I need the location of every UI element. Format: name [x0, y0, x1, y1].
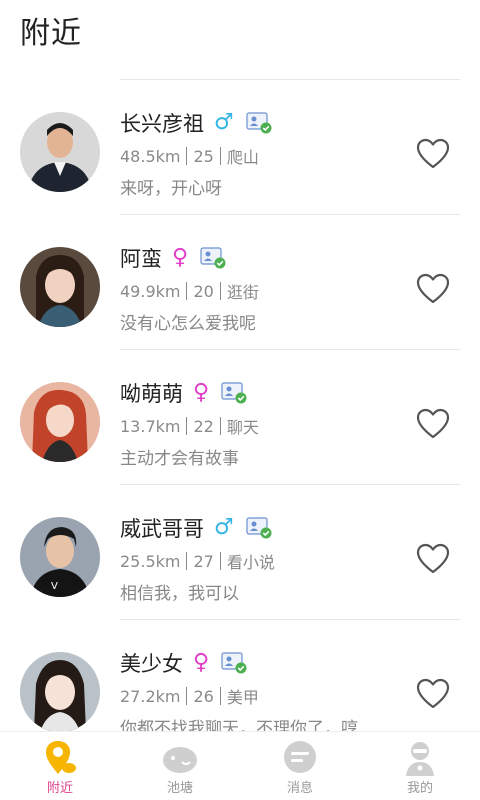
- svg-text:V: V: [51, 581, 58, 592]
- avatar[interactable]: [20, 652, 100, 732]
- interest: 聊天: [226, 418, 259, 437]
- distance: 13.7km: [120, 416, 181, 436]
- avatar-image: [20, 247, 100, 327]
- user-meta: 13.7km 22 聊天: [120, 414, 259, 438]
- divider: [219, 687, 221, 705]
- female-icon: ♀: [172, 245, 189, 270]
- divider: [219, 552, 221, 570]
- header: 附近: [0, 0, 480, 80]
- avatar-image: [20, 112, 100, 192]
- name-row: 威武哥哥 ♂: [120, 513, 272, 543]
- divider: [186, 687, 188, 705]
- user-meta: 48.5km 25 爬山: [120, 144, 259, 168]
- name-row: 呦萌萌 ♀: [120, 378, 247, 408]
- distance: 27.2km: [120, 686, 181, 706]
- page-title: 附近: [20, 16, 82, 51]
- divider: [186, 282, 188, 300]
- female-icon: ♀: [193, 380, 210, 405]
- verified-id-icon: [246, 112, 272, 134]
- user-name: 呦萌萌: [120, 382, 183, 406]
- divider: [186, 147, 188, 165]
- divider: [219, 282, 221, 300]
- user-name: 阿蛮: [120, 247, 162, 271]
- avatar[interactable]: [20, 247, 100, 327]
- like-heart-icon[interactable]: [416, 408, 450, 440]
- avatar[interactable]: [20, 112, 100, 192]
- age: 26: [193, 686, 214, 706]
- verified-id-icon: [221, 652, 247, 674]
- list-item[interactable]: 呦萌萌 ♀ 13.7km 22 聊天 主动才会有故事: [0, 350, 480, 485]
- avatar[interactable]: [20, 382, 100, 462]
- avatar-image: [20, 382, 100, 462]
- like-heart-icon[interactable]: [416, 273, 450, 305]
- tab-nearby[interactable]: 附近: [0, 732, 120, 800]
- name-row: 长兴彦祖 ♂: [120, 108, 272, 138]
- tab-label: 池塘: [166, 781, 193, 796]
- list-item[interactable]: 阿蛮 ♀ 49.9km 20 逛街 没有心怎么爱我呢: [0, 215, 480, 350]
- location-pin-icon: [40, 738, 80, 778]
- name-row: 阿蛮 ♀: [120, 243, 226, 273]
- age: 27: [193, 551, 214, 571]
- bottom-tab-bar: 附近 池塘 消息 我的: [0, 731, 480, 800]
- distance: 25.5km: [120, 551, 181, 571]
- chat-bubble-icon: [280, 738, 320, 778]
- male-icon: ♂: [214, 515, 234, 540]
- list-item[interactable]: 长兴彦祖 ♂ 48.5km 25 爬山 来呀，开心呀: [0, 80, 480, 215]
- user-meta: 49.9km 20 逛街: [120, 279, 259, 303]
- interest: 爬山: [226, 148, 259, 167]
- age: 20: [193, 281, 214, 301]
- like-heart-icon[interactable]: [416, 543, 450, 575]
- user-name: 长兴彦祖: [120, 112, 204, 136]
- distance: 49.9km: [120, 281, 181, 301]
- user-bio: 主动才会有故事: [120, 449, 239, 469]
- tab-pond[interactable]: 池塘: [120, 732, 240, 800]
- tab-label: 附近: [46, 781, 73, 796]
- user-icon: [400, 738, 440, 778]
- like-heart-icon[interactable]: [416, 678, 450, 710]
- divider: [186, 552, 188, 570]
- tab-label: 我的: [406, 781, 433, 796]
- divider: [219, 417, 221, 435]
- user-bio: 你都不找我聊天，不理你了，哼: [120, 719, 358, 732]
- list-item[interactable]: 美少女 ♀ 27.2km 26 美甲 你都不找我聊天，不理你了，哼: [0, 620, 480, 732]
- interest: 看小说: [226, 553, 275, 572]
- fish-icon: [160, 738, 200, 778]
- nearby-user-list[interactable]: 长兴彦祖 ♂ 48.5km 25 爬山 来呀，开心呀 阿蛮 ♀ 49.9km 2…: [0, 80, 480, 732]
- avatar-image: [20, 652, 100, 732]
- age: 22: [193, 416, 214, 436]
- interest: 美甲: [226, 688, 259, 707]
- user-bio: 没有心怎么爱我呢: [120, 314, 256, 334]
- distance: 48.5km: [120, 146, 181, 166]
- interest: 逛街: [226, 283, 259, 302]
- user-bio: 来呀，开心呀: [120, 179, 222, 199]
- female-icon: ♀: [193, 650, 210, 675]
- male-icon: ♂: [214, 110, 234, 135]
- name-row: 美少女 ♀: [120, 648, 247, 678]
- user-name: 美少女: [120, 652, 183, 676]
- tab-label: 消息: [286, 781, 313, 796]
- tab-messages[interactable]: 消息: [240, 732, 360, 800]
- user-bio: 相信我，我可以: [120, 584, 239, 604]
- user-name: 威武哥哥: [120, 517, 204, 541]
- verified-id-icon: [221, 382, 247, 404]
- user-meta: 25.5km 27 看小说: [120, 549, 275, 573]
- verified-id-icon: [200, 247, 226, 269]
- user-meta: 27.2km 26 美甲: [120, 684, 259, 708]
- list-item[interactable]: V 威武哥哥 ♂ 25.5km 27 看小说 相信我，我可以: [0, 485, 480, 620]
- avatar-image: V: [20, 517, 100, 597]
- tab-me[interactable]: 我的: [360, 732, 480, 800]
- avatar[interactable]: V: [20, 517, 100, 597]
- age: 25: [193, 146, 214, 166]
- divider: [219, 147, 221, 165]
- app-screen: 附近 长兴彦祖 ♂ 48.5km 25 爬山 来呀，开心呀 阿蛮 ♀ 49.9k…: [0, 0, 480, 800]
- divider: [186, 417, 188, 435]
- verified-id-icon: [246, 517, 272, 539]
- like-heart-icon[interactable]: [416, 138, 450, 170]
